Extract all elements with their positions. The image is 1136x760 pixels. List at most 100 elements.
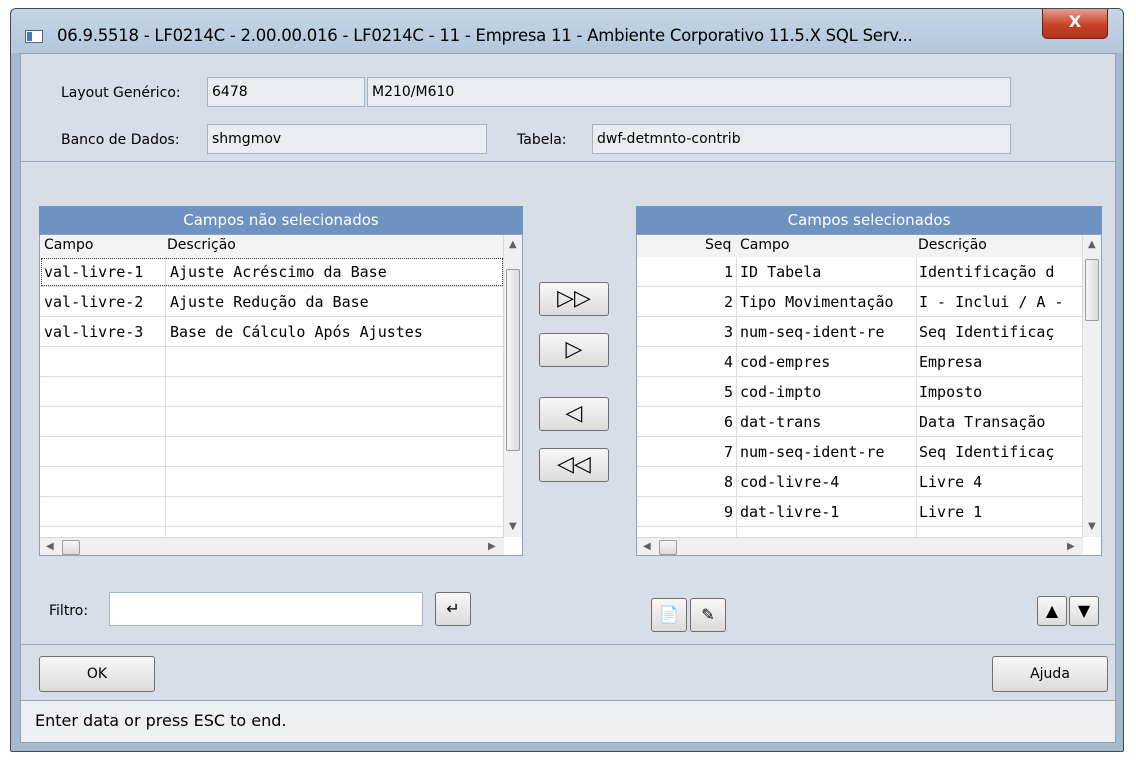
- vertical-scrollbar[interactable]: ▲ ▼: [1082, 235, 1101, 537]
- column-header-campo[interactable]: Campo: [44, 237, 93, 253]
- cell-campo: val-livre-3: [44, 323, 144, 341]
- title-bar: 06.9.5518 - LF0214C - 2.00.00.016 - LF02…: [11, 9, 1123, 53]
- grid-header: Seq Campo Descrição: [637, 235, 1083, 257]
- add-all-button[interactable]: ▷▷: [539, 282, 609, 316]
- scroll-up-icon[interactable]: ▲: [1088, 239, 1096, 250]
- cell-campo: cod-empres: [740, 353, 831, 371]
- scroll-down-icon[interactable]: ▼: [509, 521, 517, 532]
- apply-filter-button[interactable]: ↵: [435, 592, 471, 626]
- cell-seq: 1: [723, 263, 733, 281]
- edit-icon: ✎: [701, 605, 715, 624]
- cell-seq: 6: [723, 413, 733, 431]
- cell-descricao: Ajuste Acréscimo da Base: [170, 263, 387, 281]
- scroll-left-icon[interactable]: ◀: [46, 541, 54, 552]
- window-title: 06.9.5518 - LF0214C - 2.00.00.016 - LF02…: [57, 26, 913, 45]
- table-row[interactable]: 9 dat-livre-1 Livre 1: [637, 497, 1083, 527]
- scroll-thumb[interactable]: [506, 269, 520, 451]
- cell-campo: dat-trans: [740, 413, 822, 431]
- cell-descricao: Identificação d: [919, 263, 1055, 281]
- cell-campo: val-livre-1: [44, 263, 144, 281]
- table-row[interactable]: val-livre-3 Base de Cálculo Após Ajustes: [40, 317, 504, 347]
- empty-row: [40, 377, 504, 407]
- empty-row: [40, 467, 504, 497]
- table-row[interactable]: val-livre-2 Ajuste Redução da Base: [40, 287, 504, 317]
- table-row[interactable]: 6 dat-trans Data Transação: [637, 407, 1083, 437]
- cell-seq: 7: [723, 443, 733, 461]
- table-row[interactable]: 8 cod-livre-4 Livre 4: [637, 467, 1083, 497]
- column-header-descricao[interactable]: Descrição: [167, 237, 236, 253]
- document-button[interactable]: 📄: [651, 598, 687, 632]
- column-header-seq[interactable]: Seq: [705, 237, 731, 253]
- application-window: 06.9.5518 - LF0214C - 2.00.00.016 - LF02…: [10, 8, 1124, 752]
- cell-campo: dat-livre-1: [740, 503, 840, 521]
- scroll-right-icon[interactable]: ▶: [488, 541, 496, 552]
- scroll-right-icon[interactable]: ▶: [1067, 541, 1075, 552]
- enter-icon: ↵: [446, 599, 460, 618]
- arrow-up-icon: ▲: [1045, 601, 1059, 620]
- empty-row: [40, 347, 504, 377]
- selected-fields-grid[interactable]: Seq Campo Descrição 1 ID Tabela Identifica…: [636, 234, 1102, 556]
- layout-label: Layout Genérico:: [61, 85, 181, 101]
- column-header-descricao[interactable]: Descrição: [918, 237, 987, 253]
- cell-seq: 4: [723, 353, 733, 371]
- scroll-up-icon[interactable]: ▲: [509, 239, 517, 250]
- move-down-button[interactable]: ▼: [1069, 596, 1099, 626]
- remove-one-button[interactable]: ◁: [539, 397, 609, 431]
- cell-campo: cod-impto: [740, 383, 822, 401]
- table-row[interactable]: 4 cod-empres Empresa: [637, 347, 1083, 377]
- filter-input[interactable]: [109, 592, 423, 626]
- cell-campo: num-seq-ident-re: [740, 323, 885, 341]
- edit-layout-button[interactable]: ✎: [690, 598, 726, 632]
- window-icon: [25, 30, 43, 43]
- layout-description-field: M210/M610: [367, 77, 1011, 107]
- cell-descricao: I - Inclui / A -: [919, 293, 1064, 311]
- move-up-button[interactable]: ▲: [1037, 596, 1067, 626]
- empty-row: [40, 407, 504, 437]
- header-section: Layout Genérico: 6478 M210/M610 Banco de…: [21, 54, 1115, 162]
- remove-all-button[interactable]: ◁◁: [539, 448, 609, 482]
- scroll-thumb[interactable]: [1085, 259, 1099, 321]
- horizontal-scrollbar[interactable]: ◀ ▶: [40, 537, 504, 555]
- cell-descricao: Livre 4: [919, 473, 983, 491]
- empty-row: [40, 497, 504, 527]
- table-row[interactable]: 7 num-seq-ident-re Seq Identificaç: [637, 437, 1083, 467]
- cell-descricao: Empresa: [919, 353, 983, 371]
- footer-divider: [21, 644, 1115, 645]
- column-header-campo[interactable]: Campo: [740, 237, 789, 253]
- cell-descricao: Imposto: [919, 383, 983, 401]
- table-row[interactable]: val-livre-1 Ajuste Acréscimo da Base: [40, 257, 504, 287]
- arrow-down-icon: ▼: [1077, 601, 1091, 620]
- cell-campo: val-livre-2: [44, 293, 144, 311]
- ok-button[interactable]: OK: [39, 656, 155, 692]
- empty-row: [40, 437, 504, 467]
- cell-campo: Tipo Movimentação: [740, 293, 894, 311]
- horizontal-scrollbar[interactable]: ◀ ▶: [637, 537, 1083, 555]
- grid-header: Campo Descrição: [40, 235, 504, 257]
- close-button[interactable]: X: [1042, 9, 1108, 39]
- database-field: shmgmov: [207, 124, 487, 154]
- cell-descricao: Seq Identificaç: [919, 443, 1055, 461]
- scroll-thumb[interactable]: [659, 540, 677, 555]
- dialog-client-area: Layout Genérico: 6478 M210/M610 Banco de…: [20, 53, 1116, 743]
- layout-code-field: 6478: [207, 77, 365, 107]
- table-row[interactable]: 5 cod-impto Imposto: [637, 377, 1083, 407]
- cell-campo: num-seq-ident-re: [740, 443, 885, 461]
- cell-seq: 8: [723, 473, 733, 491]
- scroll-down-icon[interactable]: ▼: [1088, 521, 1096, 532]
- table-row[interactable]: 2 Tipo Movimentação I - Inclui / A -: [637, 287, 1083, 317]
- unselected-fields-grid[interactable]: Campo Descrição val-livre-1 Ajuste Acrés…: [39, 234, 523, 556]
- vertical-scrollbar[interactable]: ▲ ▼: [503, 235, 522, 537]
- help-button[interactable]: Ajuda: [992, 656, 1108, 692]
- add-one-button[interactable]: ▷: [539, 333, 609, 367]
- cell-descricao: Base de Cálculo Após Ajustes: [170, 323, 423, 341]
- cell-campo: ID Tabela: [740, 263, 822, 281]
- cell-descricao: Seq Identificaç: [919, 323, 1055, 341]
- scroll-thumb[interactable]: [62, 540, 80, 555]
- table-row[interactable]: 3 num-seq-ident-re Seq Identificaç: [637, 317, 1083, 347]
- status-bar: Enter data or press ESC to end.: [21, 700, 1115, 742]
- table-row[interactable]: 1 ID Tabela Identificação d: [637, 257, 1083, 287]
- table-label: Tabela:: [517, 132, 567, 148]
- selected-fields-title: Campos selecionados: [636, 206, 1102, 234]
- scroll-left-icon[interactable]: ◀: [643, 541, 651, 552]
- document-icon: 📄: [659, 605, 679, 624]
